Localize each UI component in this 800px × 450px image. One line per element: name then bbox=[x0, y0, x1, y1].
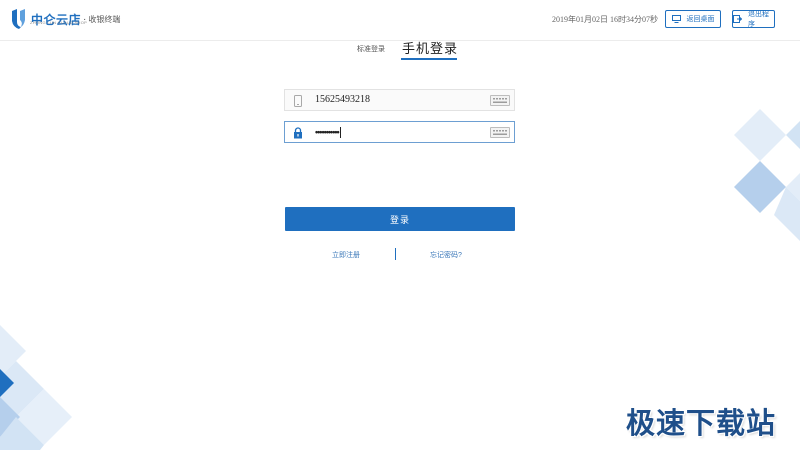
exit-program-button[interactable]: 退出程序 bbox=[732, 10, 775, 28]
active-tab-indicator bbox=[401, 58, 457, 60]
tab-standard-login[interactable]: 标准登录 bbox=[357, 44, 385, 54]
exit-program-label: 退出程序 bbox=[748, 11, 769, 28]
phone-input[interactable]: 15625493218 bbox=[284, 89, 515, 111]
password-value: ••••••••••• bbox=[315, 127, 341, 139]
header-bar: 中仑云店 · 收银终端 ZHONG LUN CLOUD SHOP 2019年01… bbox=[0, 0, 800, 41]
forgot-password-link[interactable]: 忘记密码? bbox=[430, 250, 462, 260]
phone-value: 15625493218 bbox=[315, 94, 370, 105]
brand-subtitle: 收银终端 bbox=[88, 14, 121, 24]
keyboard-icon[interactable] bbox=[490, 127, 510, 138]
keyboard-icon[interactable] bbox=[490, 95, 510, 106]
link-divider bbox=[395, 248, 396, 260]
watermark-text: 极速下载站 bbox=[626, 406, 777, 440]
login-button[interactable]: 登录 bbox=[285, 207, 515, 231]
brand-logo: 中仑云店 · 收银终端 bbox=[11, 6, 120, 32]
text-caret bbox=[339, 127, 341, 139]
current-datetime: 2019年01月02日 16时34分07秒 bbox=[552, 15, 658, 24]
lock-icon bbox=[292, 127, 303, 139]
back-to-desktop-label: 返回桌面 bbox=[686, 16, 715, 23]
decoration-diamonds-left bbox=[0, 325, 72, 450]
monitor-icon bbox=[671, 15, 681, 23]
phone-icon bbox=[292, 95, 303, 107]
password-mask: ••••••••••• bbox=[315, 127, 340, 137]
logo-icon bbox=[12, 9, 25, 29]
register-link[interactable]: 立即注册 bbox=[332, 250, 360, 260]
password-input[interactable]: ••••••••••• bbox=[284, 121, 515, 143]
decoration-diamonds-right bbox=[734, 109, 800, 241]
exit-icon bbox=[733, 15, 742, 23]
back-to-desktop-button[interactable]: 返回桌面 bbox=[665, 10, 721, 28]
brand-tagline: ZHONG LUN CLOUD SHOP bbox=[30, 20, 88, 25]
tab-phone-login[interactable]: 手机登录 bbox=[402, 38, 458, 57]
